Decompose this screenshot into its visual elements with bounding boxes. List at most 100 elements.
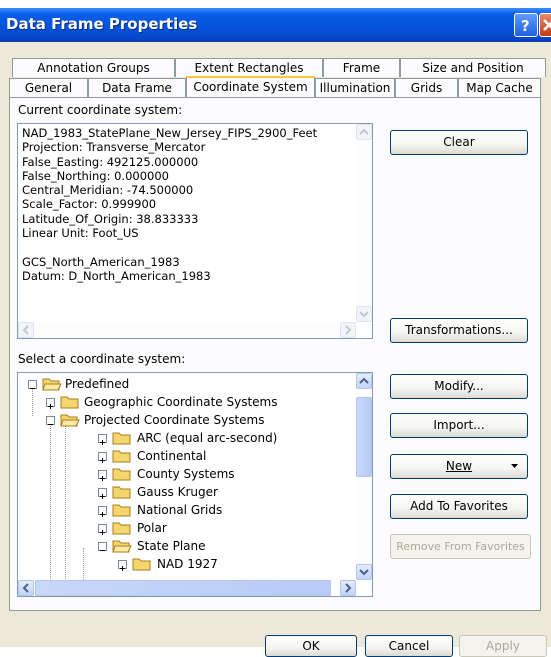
expand-toggle[interactable] (98, 506, 107, 517)
cs-line (22, 240, 317, 254)
tab-general[interactable]: General (9, 78, 88, 97)
folder-icon (112, 450, 131, 463)
vertical-scrollbar[interactable] (356, 124, 372, 322)
folder-icon (112, 486, 131, 499)
folder-open-icon (112, 540, 132, 553)
expand-toggle[interactable] (46, 398, 55, 409)
tree-node-label: County Systems (137, 467, 235, 481)
tab-illumination[interactable]: Illumination (315, 78, 395, 97)
select-coordinate-system-label: Select a coordinate system: (18, 352, 186, 366)
expand-toggle[interactable] (98, 488, 107, 499)
tree-node-predefined[interactable]: Predefined (18, 376, 348, 394)
collapse-toggle[interactable] (28, 380, 37, 389)
collapse-toggle[interactable] (46, 416, 55, 425)
tab-coordinate-system[interactable]: Coordinate System (186, 76, 315, 97)
tree-node-county[interactable]: County Systems (18, 466, 348, 484)
tree-node-national-grids[interactable]: National Grids (18, 502, 348, 520)
close-button[interactable] (539, 13, 551, 37)
folder-open-icon (42, 378, 62, 391)
cancel-button[interactable]: Cancel (365, 635, 453, 657)
cs-line: Scale_Factor: 0.999900 (22, 197, 157, 212)
clear-button[interactable]: Clear (390, 130, 528, 155)
tree-node-continental[interactable]: Continental (18, 448, 348, 466)
dropdown-arrow-icon (511, 464, 518, 468)
modify-button[interactable]: Modify... (390, 374, 528, 399)
tree-vertical-thumb[interactable] (356, 397, 372, 477)
folder-open-icon (60, 414, 80, 427)
folder-icon (132, 558, 151, 571)
window-title: Data Frame Properties (6, 15, 198, 33)
import-button[interactable]: Import... (390, 413, 528, 438)
cs-line: Projection: Transverse_Mercator (22, 140, 206, 155)
horizontal-scrollbar[interactable] (18, 322, 356, 338)
tree-node-gauss-kruger[interactable]: Gauss Kruger (18, 484, 348, 502)
add-to-favorites-button[interactable]: Add To Favorites (390, 494, 528, 519)
cs-line: Central_Meridian: -74.500000 (22, 183, 194, 198)
new-button-label: New (445, 459, 473, 473)
tab-grids[interactable]: Grids (395, 78, 458, 97)
data-frame-properties-dialog: Data Frame Properties ? Annotation Group… (0, 8, 551, 657)
tree-node-arc[interactable]: ARC (equal arc-second) (18, 430, 348, 448)
tree-node-label: Predefined (65, 377, 130, 391)
coordinate-system-tree[interactable]: Predefined Geographic Coordinate Systems… (17, 372, 373, 597)
tree-node-nad-1927[interactable]: NAD 1927 (18, 556, 348, 574)
tree-scroll-up-button[interactable] (356, 373, 372, 389)
tree-node-label: Projected Coordinate Systems (84, 413, 265, 427)
tab-annotation-groups[interactable]: Annotation Groups (12, 58, 175, 77)
scroll-up-icon (359, 128, 369, 135)
tree-node-projected[interactable]: Projected Coordinate Systems (18, 412, 348, 430)
tab-frame[interactable]: Frame (323, 58, 400, 77)
ok-button[interactable]: OK (265, 635, 357, 657)
tree-scroll-down-button[interactable] (356, 564, 372, 580)
tree-node-polar[interactable]: Polar (18, 520, 348, 538)
apply-button[interactable]: Apply (459, 635, 547, 657)
scroll-right-icon (345, 583, 352, 593)
tree-horizontal-thumb[interactable] (35, 580, 331, 596)
tree-scroll-right-button[interactable] (340, 580, 356, 596)
expand-toggle[interactable] (98, 470, 107, 481)
transformations-button[interactable]: Transformations... (390, 318, 528, 343)
folder-icon (112, 504, 131, 517)
scroll-left-icon (22, 583, 29, 593)
expand-toggle[interactable] (118, 560, 127, 571)
expand-toggle[interactable] (98, 434, 107, 445)
scroll-down-button[interactable] (356, 306, 372, 322)
tree-node-state-plane[interactable]: State Plane (18, 538, 348, 556)
cs-line: Datum: D_North_American_1983 (22, 268, 211, 283)
folder-icon (112, 468, 131, 481)
current-coordinate-system-text[interactable]: NAD_1983_StatePlane_New_Jersey_FIPS_2900… (17, 123, 373, 339)
cs-line: Latitude_Of_Origin: 38.833333 (22, 211, 199, 226)
expand-toggle[interactable] (98, 524, 107, 535)
help-button[interactable]: ? (514, 13, 538, 37)
scroll-right-button[interactable] (340, 322, 356, 338)
collapse-toggle[interactable] (98, 542, 107, 551)
cs-line: GCS_North_American_1983 (22, 254, 180, 269)
scroll-up-button[interactable] (356, 124, 372, 140)
tree-node-label: Gauss Kruger (137, 485, 218, 499)
tree-node-label: ARC (equal arc-second) (137, 431, 278, 445)
coordinate-system-panel: Current coordinate system: NAD_1983_Stat… (9, 97, 541, 611)
tree-node-geographic[interactable]: Geographic Coordinate Systems (18, 394, 348, 412)
tab-size-and-position[interactable]: Size and Position (400, 58, 546, 77)
scroll-up-icon (359, 377, 369, 384)
close-icon (543, 19, 551, 31)
new-button[interactable]: New (390, 454, 528, 479)
cs-line: False_Northing: 0.000000 (22, 168, 169, 183)
tab-extent-rectangles[interactable]: Extent Rectangles (175, 58, 323, 77)
expand-toggle[interactable] (98, 452, 107, 463)
tab-data-frame[interactable]: Data Frame (88, 78, 186, 97)
scroll-left-button[interactable] (18, 322, 34, 338)
tree-scroll-left-button[interactable] (18, 580, 34, 596)
title-bar[interactable]: Data Frame Properties ? (0, 8, 551, 42)
scroll-down-icon (359, 311, 369, 318)
tree-node-label: National Grids (137, 503, 223, 517)
cs-line: Linear Unit: Foot_US (22, 226, 139, 241)
folder-icon (112, 432, 131, 445)
tree-node-label: Continental (137, 449, 207, 463)
folder-icon (112, 522, 131, 535)
tree-node-label: Geographic Coordinate Systems (84, 395, 278, 409)
tab-map-cache[interactable]: Map Cache (458, 78, 541, 97)
svg-text:?: ? (521, 17, 530, 35)
remove-from-favorites-button[interactable]: Remove From Favorites (390, 534, 531, 559)
tree-node-label: State Plane (137, 539, 206, 553)
